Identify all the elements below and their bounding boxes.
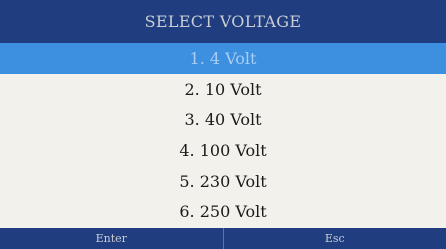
voltage-option-4v[interactable]: 1. 4 Volt (0, 43, 446, 74)
voltage-option-list: 1. 4 Volt 2. 10 Volt 3. 40 Volt 4. 100 V… (0, 43, 446, 228)
voltage-option-10v[interactable]: 2. 10 Volt (0, 74, 446, 105)
enter-button[interactable]: Enter (0, 228, 223, 249)
title-bar: SELECT VOLTAGE (0, 0, 446, 43)
screen-title: SELECT VOLTAGE (144, 12, 302, 31)
esc-button[interactable]: Esc (224, 228, 446, 249)
voltage-option-100v[interactable]: 4. 100 Volt (0, 135, 446, 166)
voltage-option-230v[interactable]: 5. 230 Volt (0, 166, 446, 197)
voltage-select-screen: SELECT VOLTAGE 1. 4 Volt 2. 10 Volt 3. 4… (0, 0, 446, 249)
voltage-option-250v[interactable]: 6. 250 Volt (0, 196, 446, 227)
voltage-option-40v[interactable]: 3. 40 Volt (0, 104, 446, 135)
softkey-bar: Enter Esc (0, 228, 446, 249)
